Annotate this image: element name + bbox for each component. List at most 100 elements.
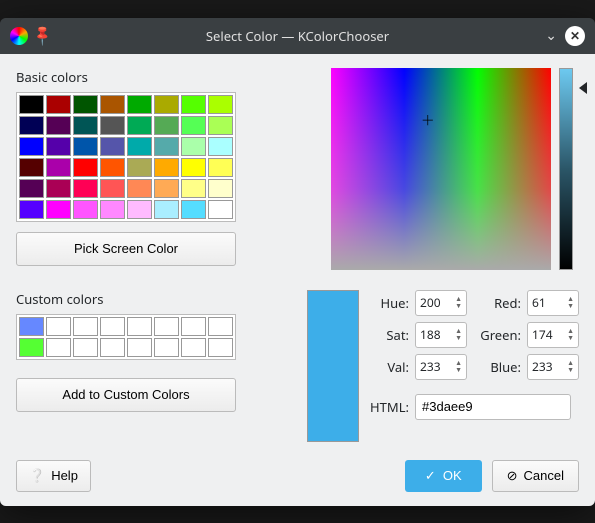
chevron-down-icon[interactable]: ⌄ — [545, 26, 557, 45]
pick-screen-color-button[interactable]: Pick Screen Color — [16, 232, 236, 266]
color-swatch[interactable] — [46, 137, 71, 156]
red-label: Red: — [473, 294, 521, 312]
color-swatch[interactable] — [19, 179, 44, 198]
color-swatch[interactable] — [154, 95, 179, 114]
blue-label: Blue: — [473, 358, 521, 376]
custom-swatch[interactable] — [208, 317, 233, 336]
color-swatch[interactable] — [208, 200, 233, 219]
color-chooser-window: 📌 Select Color — KColorChooser ⌄ ✕ Basic… — [0, 18, 595, 506]
color-swatch[interactable] — [181, 116, 206, 135]
close-button[interactable]: ✕ — [565, 26, 585, 46]
color-swatch[interactable] — [127, 137, 152, 156]
color-swatch[interactable] — [19, 95, 44, 114]
custom-colors-grid — [16, 314, 236, 360]
check-icon: ✓ — [425, 468, 436, 484]
color-swatch[interactable] — [208, 116, 233, 135]
cancel-icon: ⊘ — [507, 468, 518, 484]
sat-stepper[interactable]: 188▲▼ — [415, 322, 467, 348]
custom-swatch[interactable] — [100, 317, 125, 336]
color-swatch[interactable] — [19, 116, 44, 135]
sat-label: Sat: — [369, 326, 409, 344]
color-swatch[interactable] — [181, 200, 206, 219]
custom-swatch[interactable] — [46, 317, 71, 336]
color-swatch[interactable] — [73, 116, 98, 135]
color-swatch[interactable] — [154, 137, 179, 156]
color-swatch[interactable] — [100, 95, 125, 114]
color-swatch[interactable] — [208, 179, 233, 198]
color-swatch[interactable] — [73, 95, 98, 114]
color-swatch[interactable] — [127, 158, 152, 177]
color-swatch[interactable] — [46, 95, 71, 114]
color-swatch[interactable] — [154, 179, 179, 198]
hue-label: Hue: — [369, 294, 409, 312]
color-swatch[interactable] — [208, 137, 233, 156]
hue-stepper[interactable]: 200▲▼ — [415, 290, 467, 316]
color-swatch[interactable] — [100, 158, 125, 177]
color-swatch[interactable] — [181, 137, 206, 156]
color-swatch[interactable] — [100, 200, 125, 219]
add-to-custom-button[interactable]: Add to Custom Colors — [16, 378, 236, 412]
color-swatch[interactable] — [46, 158, 71, 177]
color-swatch[interactable] — [46, 200, 71, 219]
ok-button[interactable]: ✓ OK — [405, 460, 482, 492]
color-swatch[interactable] — [208, 95, 233, 114]
val-stepper[interactable]: 233▲▼ — [415, 354, 467, 380]
custom-swatch[interactable] — [73, 338, 98, 357]
val-label: Val: — [369, 358, 409, 376]
color-swatch[interactable] — [19, 200, 44, 219]
color-swatch[interactable] — [46, 116, 71, 135]
custom-colors-label: Custom colors — [16, 290, 289, 308]
green-label: Green: — [473, 326, 521, 344]
color-swatch[interactable] — [19, 158, 44, 177]
custom-swatch[interactable] — [127, 338, 152, 357]
color-swatch[interactable] — [181, 158, 206, 177]
color-swatch[interactable] — [208, 158, 233, 177]
color-swatch[interactable] — [154, 158, 179, 177]
color-swatch[interactable] — [154, 116, 179, 135]
color-swatch[interactable] — [181, 95, 206, 114]
color-preview — [307, 290, 359, 442]
color-swatch[interactable] — [100, 179, 125, 198]
color-swatch[interactable] — [73, 137, 98, 156]
custom-swatch[interactable] — [127, 317, 152, 336]
color-swatch[interactable] — [73, 179, 98, 198]
crosshair-icon: + — [422, 105, 435, 135]
red-stepper[interactable]: 61▲▼ — [527, 290, 579, 316]
cancel-button[interactable]: ⊘ Cancel — [492, 460, 579, 492]
html-field[interactable] — [415, 394, 571, 420]
color-swatch[interactable] — [127, 116, 152, 135]
color-swatch[interactable] — [127, 179, 152, 198]
basic-colors-grid — [16, 92, 236, 222]
custom-swatch[interactable] — [46, 338, 71, 357]
custom-swatch[interactable] — [19, 338, 44, 357]
help-icon: ❔ — [29, 468, 45, 484]
color-swatch[interactable] — [100, 137, 125, 156]
color-swatch[interactable] — [73, 200, 98, 219]
custom-swatch[interactable] — [73, 317, 98, 336]
color-swatch[interactable] — [46, 179, 71, 198]
slider-handle-icon[interactable] — [579, 82, 587, 94]
help-button[interactable]: ❔ Help — [16, 460, 91, 492]
color-swatch[interactable] — [73, 158, 98, 177]
window-title: Select Color — KColorChooser — [206, 27, 389, 45]
saturation-value-field[interactable]: + — [331, 68, 551, 270]
color-swatch[interactable] — [19, 137, 44, 156]
color-swatch[interactable] — [127, 95, 152, 114]
color-swatch[interactable] — [127, 200, 152, 219]
custom-swatch[interactable] — [100, 338, 125, 357]
green-stepper[interactable]: 174▲▼ — [527, 322, 579, 348]
value-slider[interactable] — [559, 68, 579, 270]
pin-icon[interactable]: 📌 — [30, 23, 56, 49]
html-label: HTML: — [369, 398, 409, 416]
color-swatch[interactable] — [181, 179, 206, 198]
color-swatch[interactable] — [154, 200, 179, 219]
color-swatch[interactable] — [100, 116, 125, 135]
custom-swatch[interactable] — [19, 317, 44, 336]
titlebar[interactable]: 📌 Select Color — KColorChooser ⌄ ✕ — [0, 18, 595, 54]
custom-swatch[interactable] — [154, 317, 179, 336]
custom-swatch[interactable] — [181, 317, 206, 336]
custom-swatch[interactable] — [208, 338, 233, 357]
custom-swatch[interactable] — [181, 338, 206, 357]
custom-swatch[interactable] — [154, 338, 179, 357]
blue-stepper[interactable]: 233▲▼ — [527, 354, 579, 380]
